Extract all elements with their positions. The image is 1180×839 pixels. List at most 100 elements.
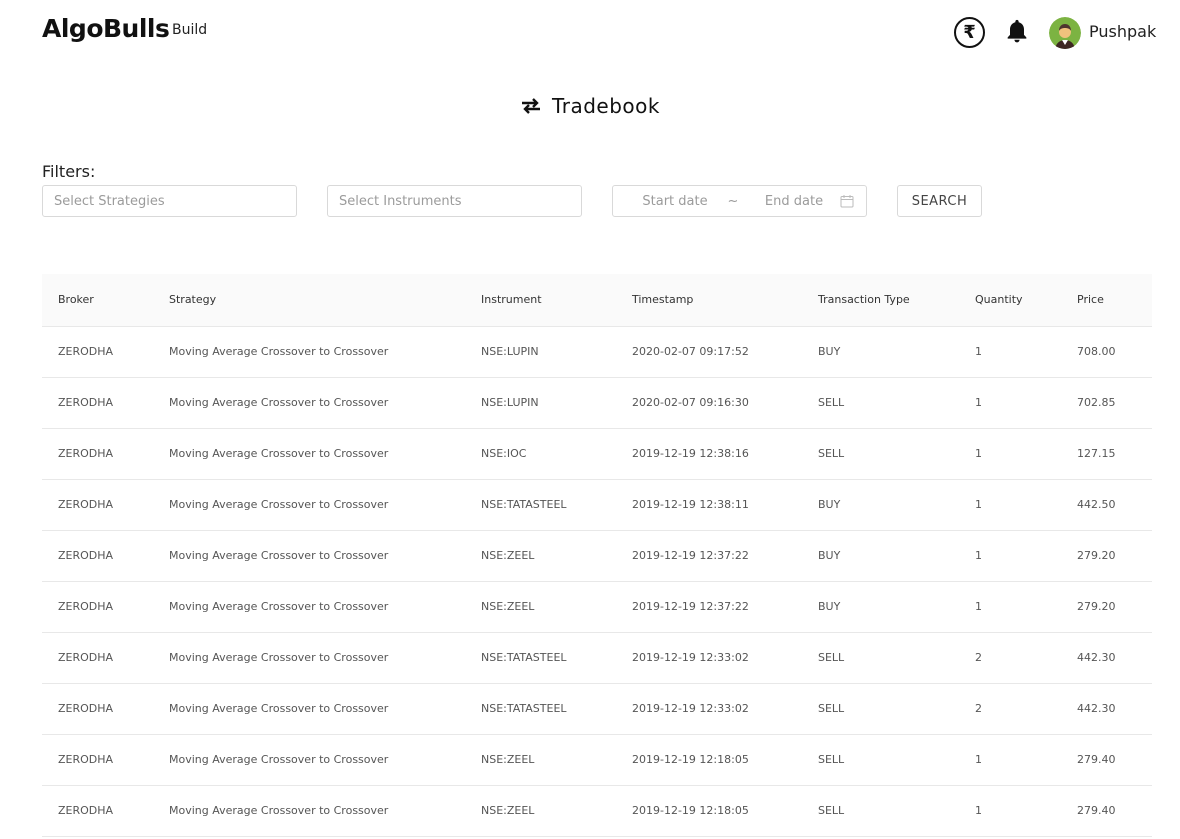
column-header-quantity[interactable]: Quantity: [959, 274, 1061, 327]
swap-arrows-icon: [521, 98, 540, 114]
instrument-cell: NSE:TATASTEEL: [465, 632, 616, 684]
nav-build-link[interactable]: Build: [172, 22, 207, 38]
strategies-placeholder: Select Strategies: [54, 193, 165, 209]
date-separator: ~: [727, 193, 739, 209]
broker-cell: ZERODHA: [42, 479, 153, 531]
start-date-input[interactable]: Start date: [625, 194, 725, 209]
avatar[interactable]: [1049, 17, 1081, 49]
instrument-cell: NSE:TATASTEEL: [465, 479, 616, 531]
quantity-cell: 2: [959, 632, 1061, 684]
price-cell: 442.30: [1061, 683, 1152, 735]
timestamp-cell: 2020-02-07 09:17:52: [616, 326, 802, 378]
timestamp-cell: 2019-12-19 12:38:11: [616, 479, 802, 531]
transaction-type-cell: BUY: [802, 326, 959, 378]
table-row[interactable]: ZERODHA Moving Average Crossover to Cross…: [42, 377, 1152, 429]
strategies-select[interactable]: Select Strategies: [42, 185, 297, 217]
transaction-type-cell: BUY: [802, 581, 959, 633]
timestamp-cell: 2019-12-19 12:18:05: [616, 785, 802, 837]
price-cell: 708.00: [1061, 326, 1152, 378]
quantity-cell: 1: [959, 479, 1061, 531]
table-row[interactable]: ZERODHA Moving Average Crossover to Cross…: [42, 479, 1152, 531]
timestamp-cell: 2019-12-19 12:33:02: [616, 683, 802, 735]
date-range-picker[interactable]: Start date ~ End date: [612, 185, 867, 217]
instrument-cell: NSE:ZEEL: [465, 785, 616, 837]
instrument-cell: NSE:ZEEL: [465, 581, 616, 633]
quantity-cell: 1: [959, 785, 1061, 837]
quantity-cell: 1: [959, 428, 1061, 480]
broker-cell: ZERODHA: [42, 326, 153, 378]
search-button[interactable]: SEARCH: [897, 185, 982, 217]
price-cell: 279.40: [1061, 785, 1152, 837]
table-row[interactable]: ZERODHA Moving Average Crossover to Cross…: [42, 734, 1152, 786]
column-header-timestamp[interactable]: Timestamp: [616, 274, 802, 327]
table-row[interactable]: ZERODHA Moving Average Crossover to Cross…: [42, 785, 1152, 837]
instrument-cell: NSE:LUPIN: [465, 326, 616, 378]
table-row[interactable]: ZERODHA Moving Average Crossover to Cross…: [42, 683, 1152, 735]
quantity-cell: 2: [959, 683, 1061, 735]
broker-cell: ZERODHA: [42, 734, 153, 786]
brand-logo[interactable]: AlgoBulls: [42, 14, 170, 43]
table-header-row: Broker Strategy Instrument Timestamp Tra…: [42, 274, 1152, 327]
broker-cell: ZERODHA: [42, 785, 153, 837]
price-cell: 279.20: [1061, 530, 1152, 582]
strategy-cell: Moving Average Crossover to Crossover: [153, 428, 465, 480]
quantity-cell: 1: [959, 377, 1061, 429]
broker-cell: ZERODHA: [42, 683, 153, 735]
bell-icon[interactable]: [1003, 17, 1031, 45]
quantity-cell: 1: [959, 326, 1061, 378]
broker-cell: ZERODHA: [42, 377, 153, 429]
page-title-row: Tradebook: [0, 94, 1180, 118]
strategy-cell: Moving Average Crossover to Crossover: [153, 785, 465, 837]
transaction-type-cell: SELL: [802, 428, 959, 480]
timestamp-cell: 2019-12-19 12:37:22: [616, 530, 802, 582]
price-cell: 442.50: [1061, 479, 1152, 531]
instruments-placeholder: Select Instruments: [339, 193, 462, 209]
column-header-strategy[interactable]: Strategy: [153, 274, 465, 327]
rupee-icon[interactable]: ₹: [954, 17, 985, 48]
transaction-type-cell: BUY: [802, 530, 959, 582]
end-date-input[interactable]: End date: [749, 194, 839, 209]
page-title: Tradebook: [551, 94, 660, 118]
table-row[interactable]: ZERODHA Moving Average Crossover to Cross…: [42, 530, 1152, 582]
transaction-type-cell: SELL: [802, 377, 959, 429]
calendar-icon[interactable]: [840, 194, 854, 208]
transaction-type-cell: SELL: [802, 785, 959, 837]
transaction-type-cell: BUY: [802, 479, 959, 531]
timestamp-cell: 2020-02-07 09:16:30: [616, 377, 802, 429]
column-header-instrument[interactable]: Instrument: [465, 274, 616, 327]
strategy-cell: Moving Average Crossover to Crossover: [153, 734, 465, 786]
timestamp-cell: 2019-12-19 12:33:02: [616, 632, 802, 684]
table-row[interactable]: ZERODHA Moving Average Crossover to Cross…: [42, 428, 1152, 480]
broker-cell: ZERODHA: [42, 632, 153, 684]
transaction-type-cell: SELL: [802, 683, 959, 735]
table-row[interactable]: ZERODHA Moving Average Crossover to Cross…: [42, 581, 1152, 633]
table-body: ZERODHA Moving Average Crossover to Cross…: [42, 326, 1152, 837]
price-cell: 702.85: [1061, 377, 1152, 429]
broker-cell: ZERODHA: [42, 428, 153, 480]
filters-label: Filters:: [42, 162, 96, 181]
instrument-cell: NSE:LUPIN: [465, 377, 616, 429]
instrument-cell: NSE:IOC: [465, 428, 616, 480]
column-header-price[interactable]: Price: [1061, 274, 1152, 327]
username[interactable]: Pushpak: [1089, 22, 1156, 41]
instrument-cell: NSE:TATASTEEL: [465, 683, 616, 735]
table-row[interactable]: ZERODHA Moving Average Crossover to Cross…: [42, 632, 1152, 684]
price-cell: 442.30: [1061, 632, 1152, 684]
price-cell: 127.15: [1061, 428, 1152, 480]
timestamp-cell: 2019-12-19 12:18:05: [616, 734, 802, 786]
broker-cell: ZERODHA: [42, 581, 153, 633]
column-header-broker[interactable]: Broker: [42, 274, 153, 327]
strategy-cell: Moving Average Crossover to Crossover: [153, 479, 465, 531]
timestamp-cell: 2019-12-19 12:38:16: [616, 428, 802, 480]
table-row[interactable]: ZERODHA Moving Average Crossover to Cross…: [42, 326, 1152, 378]
strategy-cell: Moving Average Crossover to Crossover: [153, 581, 465, 633]
price-cell: 279.40: [1061, 734, 1152, 786]
strategy-cell: Moving Average Crossover to Crossover: [153, 326, 465, 378]
instruments-select[interactable]: Select Instruments: [327, 185, 582, 217]
tradebook-table: Broker Strategy Instrument Timestamp Tra…: [42, 274, 1152, 837]
instrument-cell: NSE:ZEEL: [465, 530, 616, 582]
quantity-cell: 1: [959, 581, 1061, 633]
column-header-transaction-type[interactable]: Transaction Type: [802, 274, 959, 327]
strategy-cell: Moving Average Crossover to Crossover: [153, 683, 465, 735]
quantity-cell: 1: [959, 734, 1061, 786]
